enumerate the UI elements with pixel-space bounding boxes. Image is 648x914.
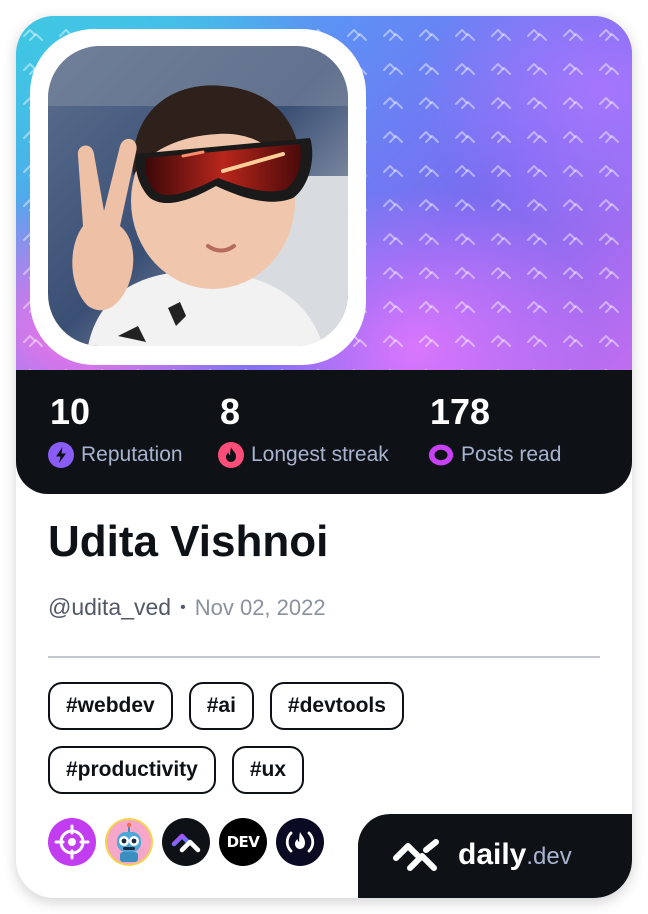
sources-list: DEV — [48, 818, 324, 866]
lightning-icon — [48, 442, 74, 468]
stat-reputation: 10 Reputation — [48, 392, 183, 468]
avatar[interactable] — [48, 46, 348, 346]
dev-source-label: DEV — [226, 833, 260, 851]
dailydev-source-icon[interactable] — [162, 818, 210, 866]
avatar-frame — [30, 29, 366, 365]
reputation-value: 10 — [50, 391, 91, 432]
robot-source-icon[interactable] — [105, 818, 153, 866]
stats-bar: 10 Reputation 8 Longest streak 178 Posts… — [16, 370, 632, 494]
eye-ring-icon — [428, 442, 454, 468]
stat-longest-streak: 8 Longest streak — [218, 392, 389, 468]
joined-date: Nov 02, 2022 — [194, 594, 326, 620]
tag-productivity[interactable]: #productivity — [48, 746, 216, 794]
tag-ai[interactable]: #ai — [188, 682, 254, 730]
username[interactable]: @udita_ved — [48, 594, 171, 621]
longest-streak-value: 8 — [220, 391, 241, 432]
tags-list: #webdev #ai #devtools #productivity #ux — [48, 682, 468, 794]
divider — [48, 656, 600, 658]
meta-separator: • — [180, 598, 186, 616]
tag-devtools[interactable]: #devtools — [269, 682, 404, 730]
profile-card: 10 Reputation 8 Longest streak 178 Posts… — [16, 16, 632, 898]
crosshair-source-icon[interactable] — [48, 818, 96, 866]
stat-posts-read: 178 Posts read — [428, 392, 561, 468]
brand-footer: daily.dev — [358, 814, 632, 898]
dev-source-icon[interactable]: DEV — [219, 818, 267, 866]
profile-meta: @udita_ved • Nov 02, 2022 — [48, 594, 326, 621]
tag-ux[interactable]: #ux — [231, 746, 305, 794]
posts-read-label: Posts read — [461, 443, 562, 466]
tag-webdev[interactable]: #webdev — [48, 682, 173, 730]
profile-name: Udita Vishnoi — [48, 517, 329, 566]
avatar-photo — [48, 46, 348, 346]
fire-brackets-source-icon[interactable] — [276, 818, 324, 866]
cover-background — [16, 16, 632, 386]
flame-icon — [218, 442, 244, 468]
brand-dev: .dev — [526, 843, 572, 870]
posts-read-value: 178 — [430, 391, 491, 432]
brand-daily: daily — [458, 838, 527, 871]
reputation-label: Reputation — [81, 443, 183, 466]
brand-wordmark: daily.dev — [458, 840, 572, 872]
dailydev-logo-icon — [390, 836, 452, 876]
longest-streak-label: Longest streak — [251, 443, 389, 466]
